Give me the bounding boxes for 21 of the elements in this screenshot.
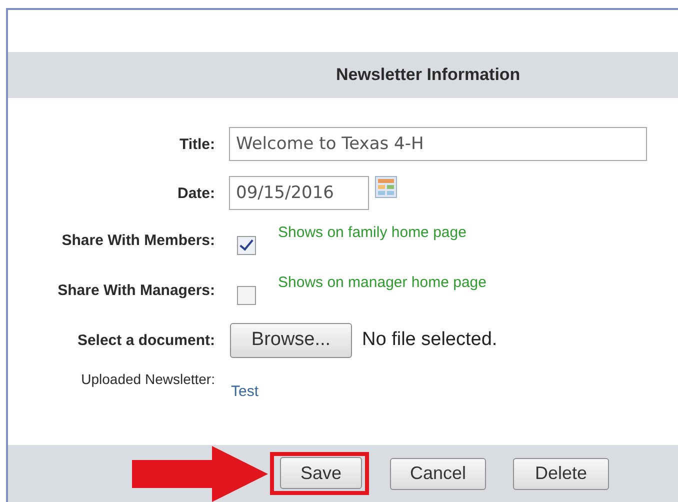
field-label: Share With Members: [60,232,215,248]
date-field[interactable]: 09/15/2016 [229,176,369,210]
checkbox[interactable] [237,236,256,254]
field-label: Date: [176,184,215,202]
action-button[interactable]: Delete [513,458,609,490]
calendar-icon[interactable] [375,176,397,198]
section-title: Newsletter Information [336,65,520,85]
action-button[interactable]: Cancel [390,458,486,490]
checkbox[interactable] [237,286,256,304]
hint-text: Shows on manager home page [278,274,486,290]
title-field[interactable]: Welcome to Texas 4-H [229,127,647,161]
file-link[interactable]: Test [229,383,259,400]
field-label: Uploaded Newsletter: [80,370,215,387]
file-status: No file selected. [362,329,498,351]
action-button[interactable]: Save [280,457,362,489]
browse-button[interactable]: Browse... [230,322,352,358]
field-label: Select a document: [76,332,215,348]
field-label: Title: [178,136,215,152]
arrow-icon [132,446,268,502]
field-label: Share With Managers: [56,282,215,298]
hint-text: Shows on family home page [278,224,466,240]
